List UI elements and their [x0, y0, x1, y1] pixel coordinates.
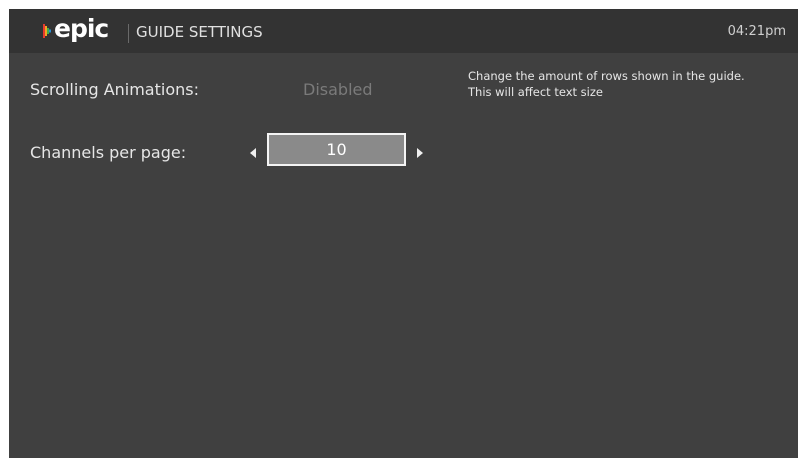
- logo-mark-icon: [43, 24, 52, 38]
- channels-per-page-label: Channels per page:: [30, 143, 187, 162]
- help-line-2: This will affect text size: [468, 85, 603, 99]
- epic-logo: epic: [43, 14, 109, 43]
- logo-text: epic: [54, 14, 109, 43]
- triangle-right-icon[interactable]: [417, 148, 423, 158]
- page-title: GUIDE SETTINGS: [136, 23, 263, 41]
- channels-per-page-selector[interactable]: 10: [267, 133, 406, 166]
- tv-screen: epic GUIDE SETTINGS 04:21pm Scrolling An…: [9, 9, 798, 458]
- header-bar: epic GUIDE SETTINGS 04:21pm: [9, 9, 798, 53]
- triangle-left-icon[interactable]: [250, 148, 256, 158]
- help-text: Change the amount of rows shown in the g…: [468, 68, 788, 100]
- header-divider: [128, 24, 129, 43]
- help-line-1: Change the amount of rows shown in the g…: [468, 69, 745, 83]
- scrolling-animations-value[interactable]: Disabled: [303, 80, 373, 100]
- clock: 04:21pm: [727, 24, 786, 39]
- scrolling-animations-label: Scrolling Animations:: [30, 80, 199, 99]
